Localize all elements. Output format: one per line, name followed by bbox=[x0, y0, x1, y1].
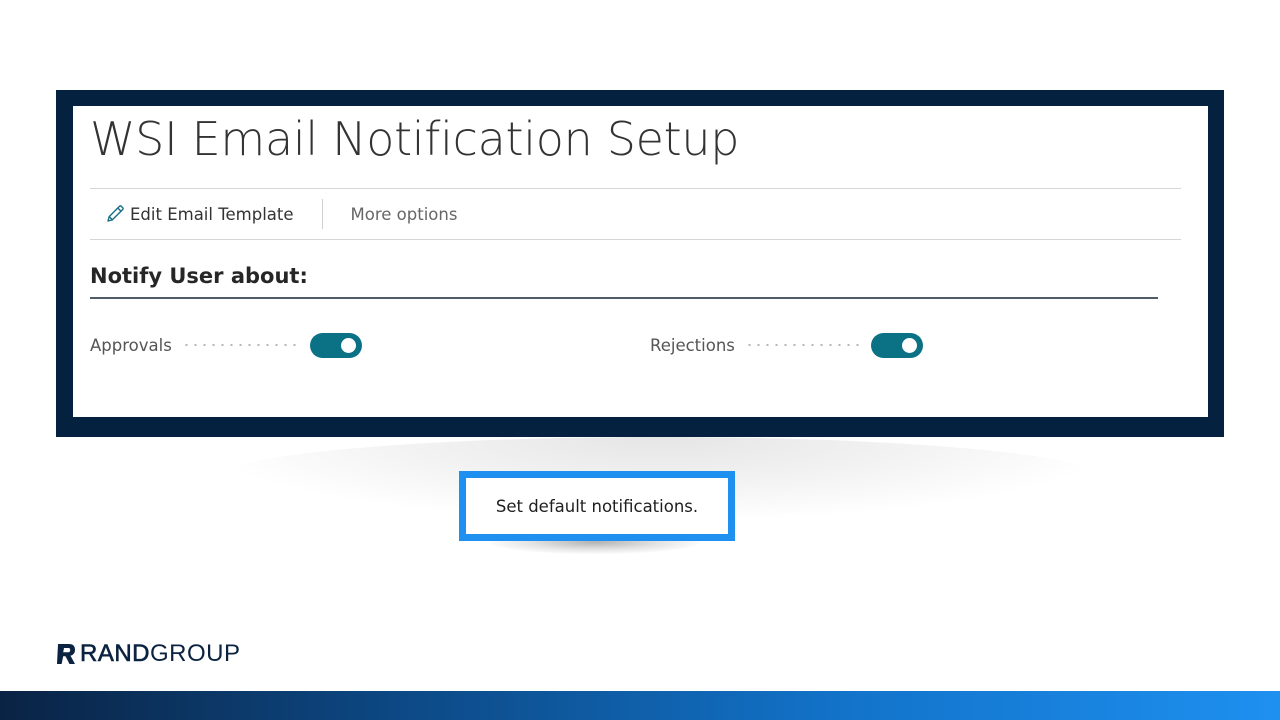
logo-text-rand: RAND bbox=[80, 640, 151, 668]
page-title: WSI Email Notification Setup bbox=[90, 112, 740, 166]
more-options-button[interactable]: More options bbox=[351, 205, 458, 224]
approvals-leader-dots bbox=[181, 344, 302, 346]
bottom-gradient-bar bbox=[0, 691, 1280, 720]
randgroup-logo: RAND GROUP bbox=[57, 640, 241, 668]
pencil-icon bbox=[104, 203, 126, 225]
rejections-field: Rejections bbox=[650, 330, 923, 360]
action-bar-bottom-divider bbox=[90, 239, 1181, 240]
section-title: Notify User about: bbox=[90, 264, 308, 288]
rejections-toggle-knob bbox=[901, 337, 917, 353]
slide: WSI Email Notification Setup Edit Email … bbox=[0, 0, 1280, 720]
rejections-leader-dots bbox=[744, 344, 863, 346]
approvals-field: Approvals bbox=[90, 330, 362, 360]
rejections-label: Rejections bbox=[650, 335, 735, 355]
action-bar-top-divider bbox=[90, 188, 1181, 189]
approvals-toggle[interactable] bbox=[309, 332, 362, 358]
action-separator bbox=[321, 199, 323, 229]
logo-text-group: GROUP bbox=[150, 640, 241, 667]
edit-email-template-label: Edit Email Template bbox=[130, 204, 294, 224]
randgroup-logo-mark-icon bbox=[57, 643, 76, 665]
screenshot-frame: WSI Email Notification Setup Edit Email … bbox=[56, 90, 1224, 437]
edit-email-template-button[interactable]: Edit Email Template bbox=[90, 203, 294, 225]
caption-callout: Set default notifications. bbox=[459, 471, 735, 541]
approvals-toggle-knob bbox=[340, 337, 356, 353]
setup-page-panel: WSI Email Notification Setup Edit Email … bbox=[73, 106, 1208, 417]
action-bar: Edit Email Template More options bbox=[90, 190, 1181, 238]
caption-text: Set default notifications. bbox=[495, 496, 699, 516]
section-divider bbox=[90, 297, 1158, 299]
rejections-toggle[interactable] bbox=[870, 332, 923, 358]
approvals-label: Approvals bbox=[90, 335, 172, 355]
